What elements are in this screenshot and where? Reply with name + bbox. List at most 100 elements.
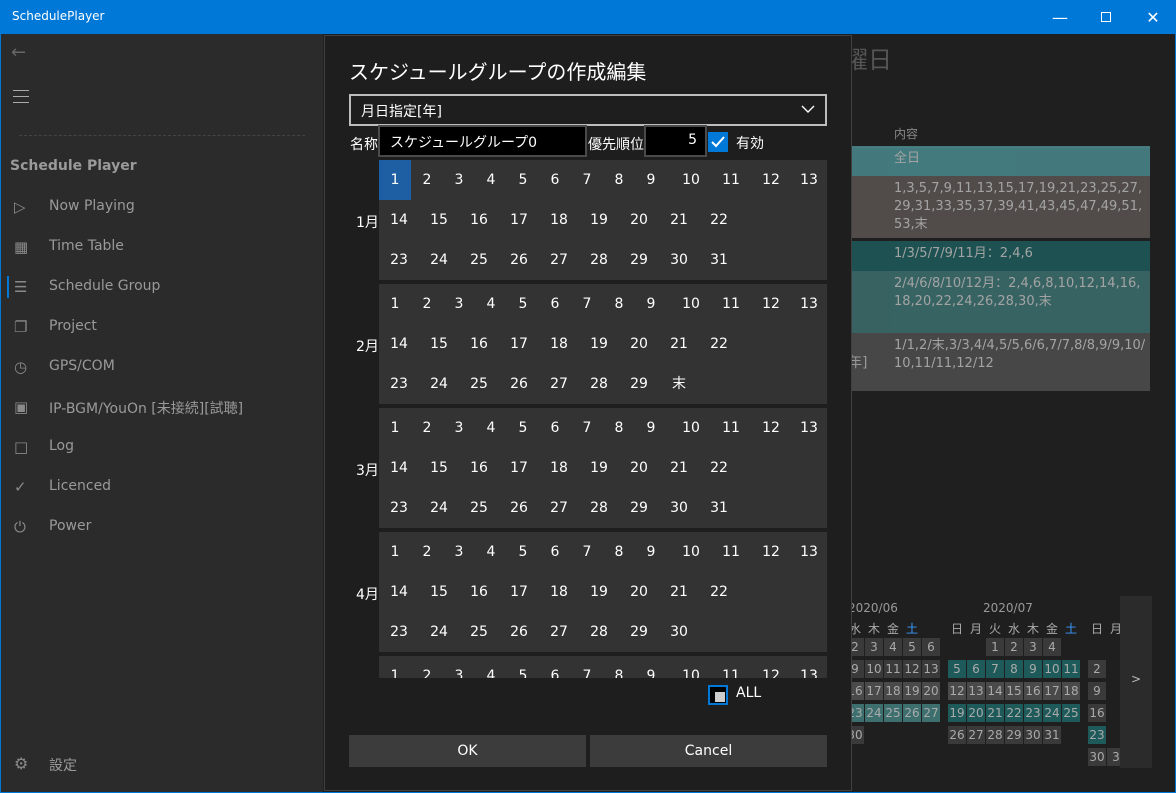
day-cell[interactable]: 6: [539, 160, 571, 200]
day-cell[interactable]: 8: [603, 408, 635, 448]
day-cell[interactable]: 31: [699, 240, 739, 280]
day-cell[interactable]: 26: [499, 364, 539, 404]
calendar-day[interactable]: 10: [865, 660, 883, 678]
day-cell[interactable]: 10: [671, 160, 711, 200]
day-cell[interactable]: 3: [443, 160, 475, 200]
day-cell[interactable]: 16: [459, 324, 499, 364]
day-cell[interactable]: 19: [579, 324, 619, 364]
day-cell[interactable]: 5: [507, 284, 539, 324]
calendar-day[interactable]: 22: [1005, 704, 1023, 722]
day-cell[interactable]: 29: [619, 240, 659, 280]
day-cell[interactable]: 12: [751, 408, 791, 448]
day-cell[interactable]: 7: [571, 532, 603, 572]
calendar-day[interactable]: 3: [865, 638, 883, 656]
day-cell[interactable]: 16: [459, 448, 499, 488]
sidebar-item-list[interactable]: ☰ Schedule Group: [1, 267, 323, 307]
calendar-day[interactable]: 29: [1005, 726, 1023, 744]
day-cell[interactable]: 28: [579, 612, 619, 652]
day-cell[interactable]: 27: [539, 612, 579, 652]
day-cell[interactable]: 17: [499, 200, 539, 240]
calendar-day[interactable]: 12: [903, 660, 921, 678]
calendar-day[interactable]: 19: [948, 704, 966, 722]
calendar-day[interactable]: 11: [1062, 660, 1080, 678]
day-cell[interactable]: 8: [603, 160, 635, 200]
day-cell[interactable]: 29: [619, 364, 659, 404]
month-day-scroll[interactable]: 1月 1 2 3 4 5 6 7 8 9 10 11 12 13 14 15 16 17 18 19 20 21 22 23 2…: [325, 160, 851, 678]
day-cell[interactable]: 18: [539, 324, 579, 364]
day-cell[interactable]: 13: [791, 408, 827, 448]
day-cell[interactable]: 14: [379, 324, 419, 364]
day-cell[interactable]: 27: [539, 240, 579, 280]
calendar-day[interactable]: 16: [1088, 704, 1106, 722]
calendar-day[interactable]: 6: [967, 660, 985, 678]
day-cell[interactable]: 2: [411, 656, 443, 678]
sidebar-item-check[interactable]: ✓ Licenced: [1, 467, 323, 507]
calendar-day[interactable]: 28: [986, 726, 1004, 744]
day-cell[interactable]: 10: [671, 408, 711, 448]
day-cell[interactable]: 6: [539, 532, 571, 572]
calendar-day[interactable]: 26: [948, 726, 966, 744]
day-cell[interactable]: 4: [475, 656, 507, 678]
day-cell[interactable]: 24: [419, 612, 459, 652]
calendar-day[interactable]: 17: [1043, 682, 1061, 700]
calendar-day[interactable]: 15: [1005, 682, 1023, 700]
day-cell[interactable]: 2: [411, 284, 443, 324]
day-cell[interactable]: 30: [659, 612, 699, 652]
calendar-day[interactable]: 20: [967, 704, 985, 722]
day-cell[interactable]: 10: [671, 656, 711, 678]
calendar-day[interactable]: 6: [922, 638, 940, 656]
day-cell[interactable]: 23: [379, 488, 419, 528]
day-cell[interactable]: 25: [459, 488, 499, 528]
day-cell[interactable]: 7: [571, 160, 603, 200]
day-cell[interactable]: 20: [619, 200, 659, 240]
day-cell[interactable]: 22: [699, 324, 739, 364]
day-cell[interactable]: 28: [579, 364, 619, 404]
calendar-day[interactable]: 19: [903, 682, 921, 700]
day-cell[interactable]: 13: [791, 532, 827, 572]
day-cell[interactable]: 22: [699, 572, 739, 612]
day-cell[interactable]: 11: [711, 284, 751, 324]
day-cell[interactable]: 9: [635, 532, 667, 572]
day-cell[interactable]: 11: [711, 408, 751, 448]
calendar-day[interactable]: 14: [986, 682, 1004, 700]
day-cell[interactable]: 28: [579, 240, 619, 280]
day-cell[interactable]: 21: [659, 324, 699, 364]
day-cell[interactable]: 19: [579, 448, 619, 488]
calendar-day[interactable]: 25: [1062, 704, 1080, 722]
sidebar-item-monitor[interactable]: ▣ IP-BGM/YouOn [未接続][試聴]: [1, 387, 323, 427]
calendar-day[interactable]: 4: [1043, 638, 1061, 656]
day-cell[interactable]: 24: [419, 364, 459, 404]
enabled-checkbox[interactable]: [708, 132, 728, 152]
day-cell[interactable]: 14: [379, 200, 419, 240]
calendar-day[interactable]: 5: [948, 660, 966, 678]
day-cell[interactable]: 末: [659, 364, 699, 404]
next-month-button[interactable]: >: [1120, 596, 1152, 768]
all-checkbox[interactable]: [708, 685, 728, 705]
maximize-button[interactable]: [1083, 0, 1129, 34]
day-cell[interactable]: 28: [579, 488, 619, 528]
cancel-button[interactable]: Cancel: [590, 735, 827, 767]
day-cell[interactable]: 1: [379, 408, 411, 448]
calendar-day[interactable]: 25: [884, 704, 902, 722]
day-cell[interactable]: 5: [507, 656, 539, 678]
group-row[interactable]: 2/4/6/8/10/12月：2,4,6,8,10,12,14,16,18,20…: [852, 271, 1150, 333]
day-cell[interactable]: 15: [419, 572, 459, 612]
day-cell[interactable]: 21: [659, 200, 699, 240]
close-button[interactable]: ✕: [1130, 0, 1176, 34]
day-cell[interactable]: 27: [539, 364, 579, 404]
day-cell[interactable]: 27: [539, 488, 579, 528]
day-cell[interactable]: 7: [571, 408, 603, 448]
day-cell[interactable]: 29: [619, 612, 659, 652]
day-cell[interactable]: 29: [619, 488, 659, 528]
day-cell[interactable]: 1: [379, 284, 411, 324]
day-cell[interactable]: 4: [475, 160, 507, 200]
calendar-day[interactable]: 30: [1088, 748, 1106, 766]
calendar-day[interactable]: 1: [986, 638, 1004, 656]
sidebar-item-clock[interactable]: ◷ GPS/COM: [1, 347, 323, 387]
group-row[interactable]: 1/1,2/末,3/3,4/4,5/5,6/6,7/7,8/8,9/9,10/1…: [852, 333, 1150, 391]
calendar-day[interactable]: 24: [865, 704, 883, 722]
calendar-day[interactable]: 13: [967, 682, 985, 700]
sidebar-item-play[interactable]: ▷ Now Playing: [1, 187, 323, 227]
day-cell[interactable]: 5: [507, 160, 539, 200]
hamburger-button[interactable]: [13, 90, 31, 104]
